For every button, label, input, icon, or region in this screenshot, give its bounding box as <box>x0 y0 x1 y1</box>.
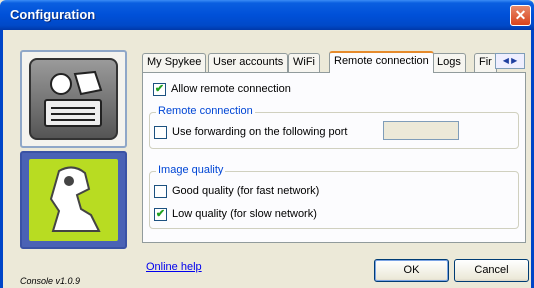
tab-my-spykee[interactable]: My Spykee <box>142 53 207 72</box>
cancel-button[interactable]: Cancel <box>454 259 529 282</box>
quality-group-title: Image quality <box>156 164 226 176</box>
tab-firmware[interactable]: Fir <box>474 53 497 72</box>
good-quality-checkbox[interactable] <box>154 184 167 198</box>
ok-button[interactable]: OK <box>374 259 449 282</box>
tab-logs[interactable]: Logs <box>432 53 466 72</box>
scroll-left-icon[interactable]: ◀ <box>503 56 509 65</box>
good-quality-label: Good quality (for fast network) <box>172 185 320 197</box>
title-bar: Configuration ✕ <box>0 0 534 30</box>
tab-user-accounts[interactable]: User accounts <box>208 53 289 72</box>
window-title: Configuration <box>10 7 96 22</box>
use-forwarding-label: Use forwarding on the following port <box>172 126 348 138</box>
use-forwarding-row[interactable]: Use forwarding on the following port <box>154 124 347 140</box>
tab-remote-connection[interactable]: Remote connection <box>329 51 434 73</box>
close-icon: ✕ <box>514 7 527 23</box>
remote-connection-panel: ✔ Allow remote connection Remote connect… <box>142 72 526 243</box>
low-quality-checkbox[interactable]: ✔ <box>154 207 167 221</box>
close-button[interactable]: ✕ <box>510 5 531 26</box>
allow-remote-label: Allow remote connection <box>171 83 291 95</box>
port-input[interactable] <box>383 121 459 140</box>
laptop-robot-icon <box>29 58 118 140</box>
use-forwarding-checkbox[interactable] <box>154 125 167 139</box>
version-label: Console v1.0.9 <box>20 276 81 286</box>
good-quality-row[interactable]: Good quality (for fast network) <box>154 183 319 199</box>
remote-connection-group: Remote connection Use forwarding on the … <box>149 105 519 149</box>
image-quality-group: Image quality Good quality (for fast net… <box>149 164 519 229</box>
allow-remote-row[interactable]: ✔ Allow remote connection <box>153 81 291 97</box>
remote-group-title: Remote connection <box>156 105 255 117</box>
spykee-robot-icon <box>29 159 118 241</box>
side-panel <box>20 50 127 260</box>
tab-wifi[interactable]: WiFi <box>288 53 320 72</box>
low-quality-row[interactable]: ✔ Low quality (for slow network) <box>154 206 317 222</box>
spykee-nav-button[interactable] <box>20 151 127 249</box>
allow-remote-checkbox[interactable]: ✔ <box>153 82 166 96</box>
tab-scroll-buttons[interactable]: ◀ ▶ <box>495 53 525 69</box>
console-nav-button[interactable] <box>20 50 127 148</box>
low-quality-label: Low quality (for slow network) <box>172 208 317 220</box>
scroll-right-icon[interactable]: ▶ <box>511 56 517 65</box>
online-help-link[interactable]: Online help <box>146 261 202 273</box>
